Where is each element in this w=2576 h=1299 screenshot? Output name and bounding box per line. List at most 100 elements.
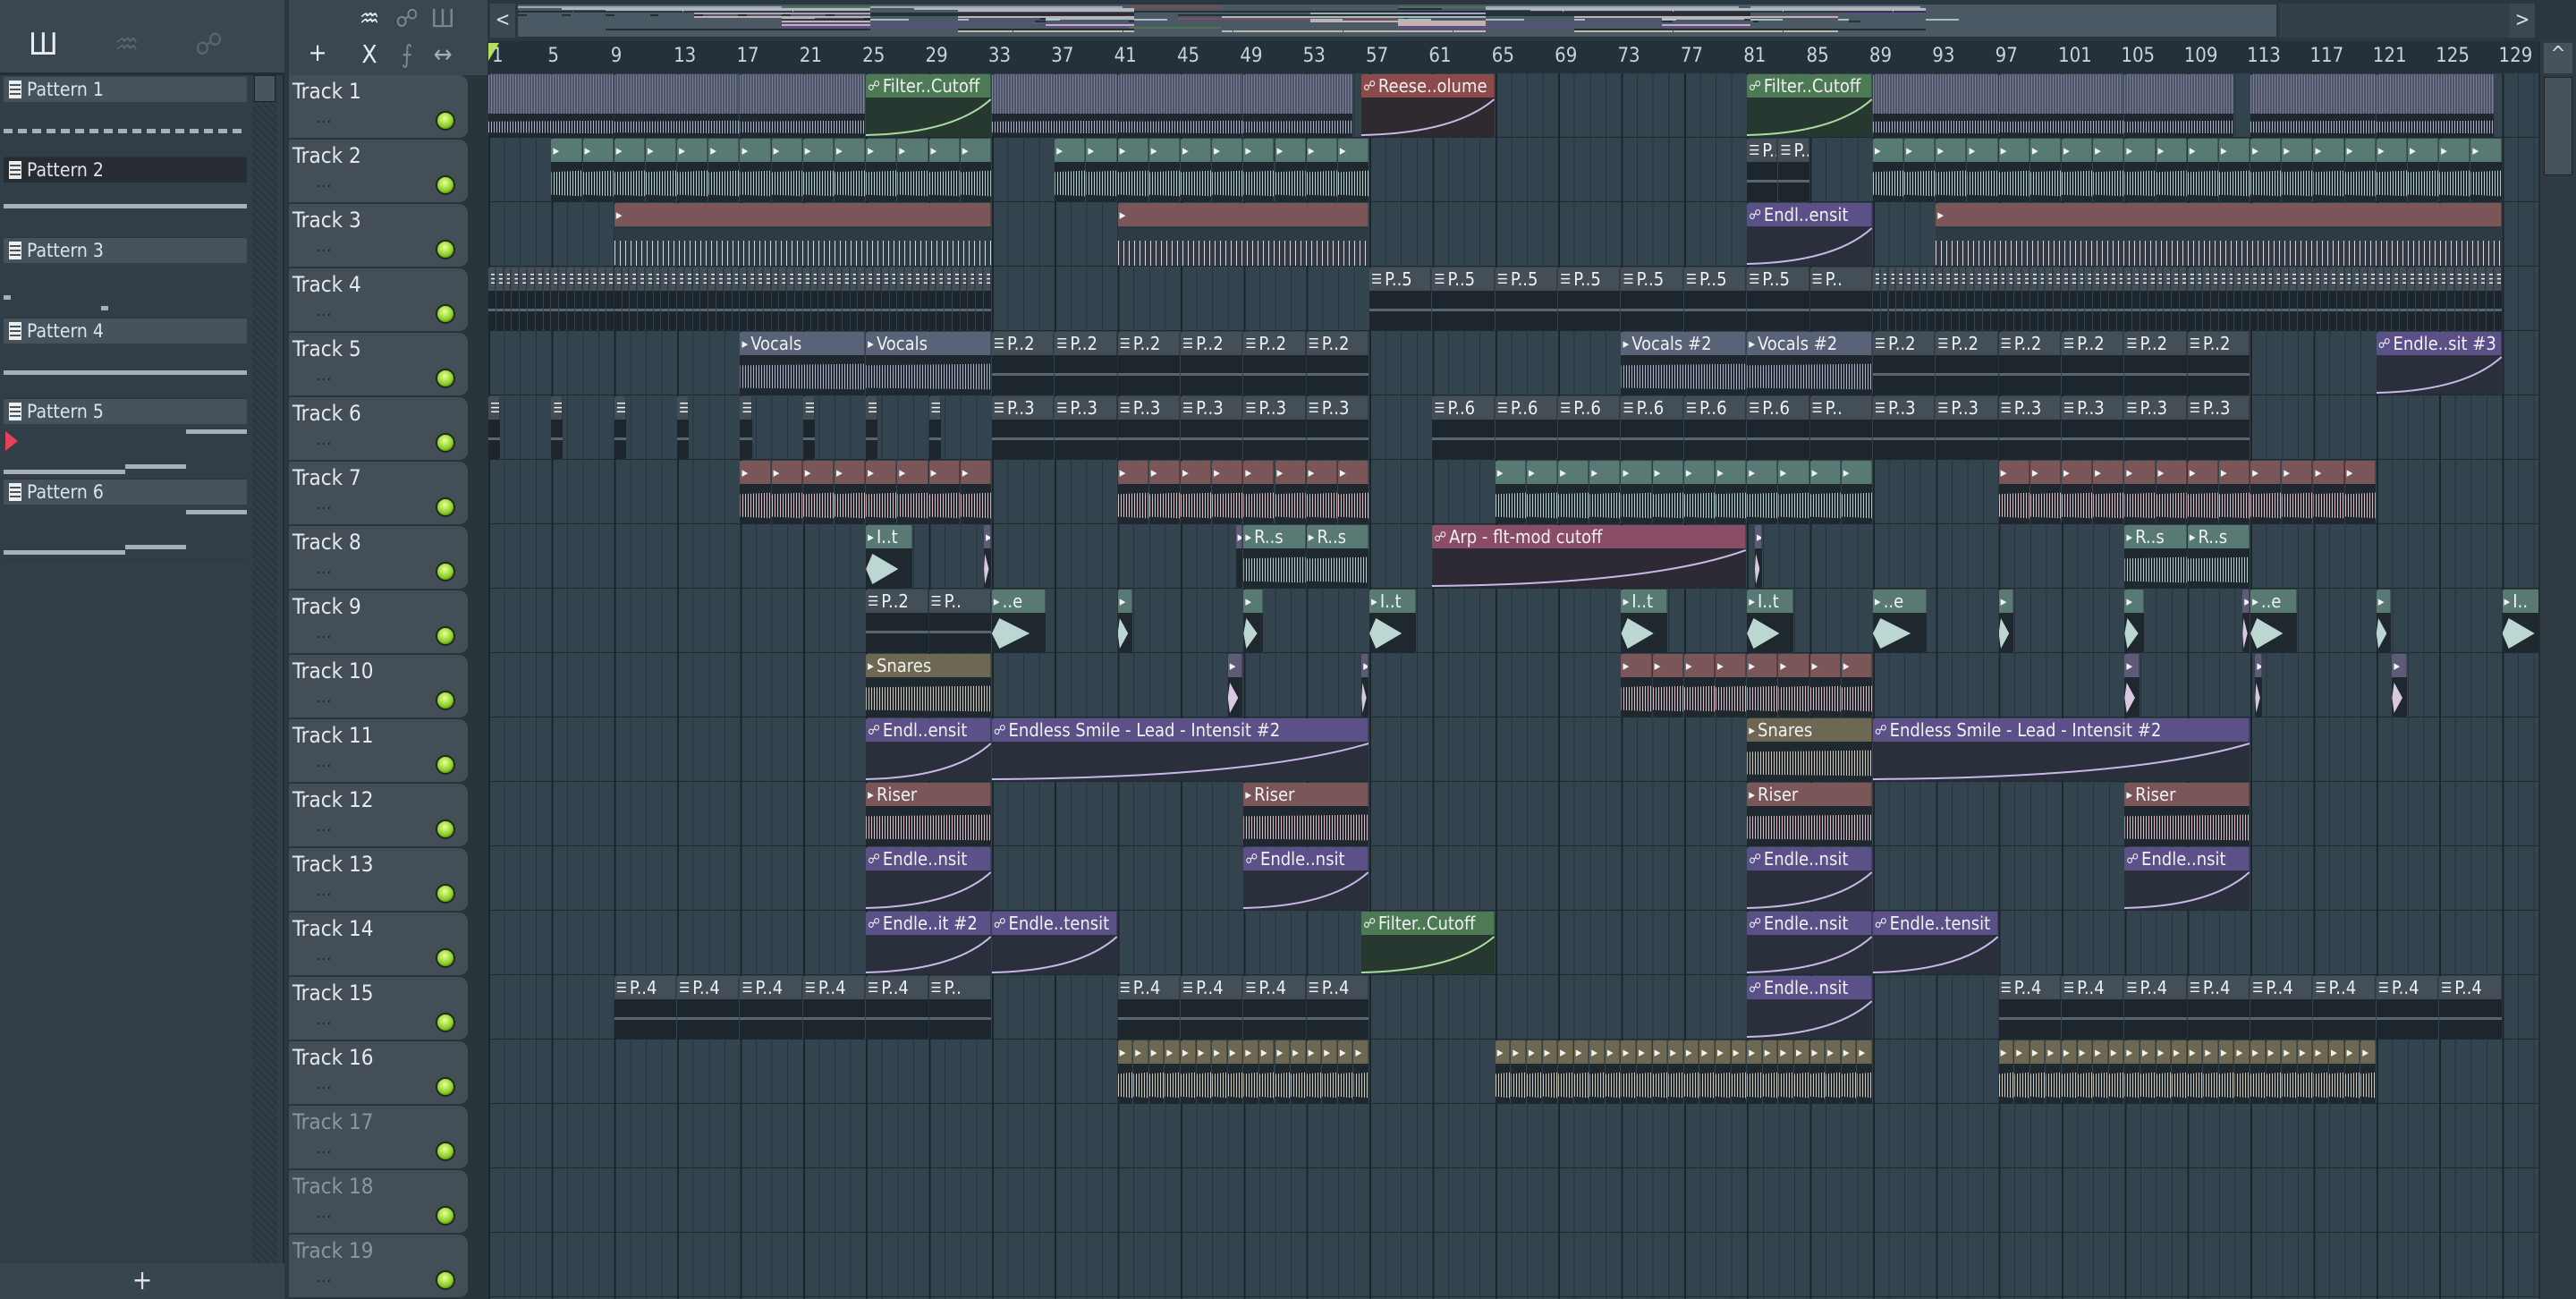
playlist-clip[interactable]: ☰ P..6 bbox=[1558, 396, 1621, 459]
playlist-clip[interactable]: ☰ bbox=[527, 267, 535, 330]
playlist-clip[interactable]: ▸ bbox=[771, 139, 802, 201]
playlist-clip[interactable]: ☰ bbox=[984, 267, 991, 330]
playlist-clip[interactable]: ☰ bbox=[897, 267, 905, 330]
playlist-clip[interactable]: ☰ bbox=[488, 396, 501, 459]
playlist-clip[interactable]: ☰ P..4 bbox=[802, 976, 866, 1039]
clip-header[interactable]: ▸ bbox=[2360, 1040, 2376, 1064]
clip-header[interactable]: ☰ bbox=[2187, 267, 2195, 291]
playlist-clip[interactable]: ▸ bbox=[2062, 1040, 2077, 1103]
playlist-clip[interactable]: ☰ bbox=[496, 267, 504, 330]
playlist-clip[interactable]: ☰ bbox=[2376, 267, 2384, 330]
clip-header[interactable]: ☰ bbox=[2148, 267, 2156, 291]
track-menu-icon[interactable]: ··· bbox=[316, 564, 332, 582]
playlist-clip[interactable]: ▸ bbox=[2329, 1040, 2344, 1103]
track-mute-led[interactable] bbox=[436, 884, 455, 904]
clip-header[interactable]: ☰ P..3 bbox=[1243, 396, 1306, 420]
track-mute-led[interactable] bbox=[436, 369, 455, 388]
playlist-clip[interactable]: ☰ bbox=[2029, 267, 2038, 330]
track-name[interactable]: Track 2 bbox=[292, 143, 361, 168]
clip-header[interactable]: ☰ bbox=[2195, 267, 2203, 291]
track-mute-led[interactable] bbox=[436, 497, 455, 517]
playlist-clip[interactable]: ▸ Snares bbox=[1747, 718, 1872, 781]
clip-header[interactable]: ▸ bbox=[1542, 1040, 1558, 1064]
clip-header[interactable]: ▸ bbox=[614, 139, 645, 162]
playlist-clip[interactable]: ☰ bbox=[2187, 267, 2195, 330]
clip-header[interactable]: ☰ bbox=[2454, 267, 2462, 291]
clip-header[interactable]: ☰ bbox=[897, 267, 905, 291]
clip-header[interactable]: ☰ bbox=[2234, 267, 2242, 291]
pattern-item[interactable]: Pattern 1 bbox=[4, 77, 247, 157]
clip-header[interactable]: ▸ bbox=[740, 461, 771, 484]
playlist-clip[interactable]: ▸ ..e bbox=[991, 590, 1046, 652]
playlist-clip[interactable]: ☰ bbox=[661, 267, 669, 330]
clip-header[interactable] bbox=[2250, 74, 2376, 114]
clip-header[interactable]: ☰P..2 bbox=[1180, 332, 1243, 355]
playlist-clip[interactable]: ▸ R..s bbox=[1306, 525, 1369, 588]
clip-header[interactable] bbox=[1872, 74, 1998, 114]
clip-header[interactable]: ▸ bbox=[1699, 1040, 1715, 1064]
playlist-clip[interactable]: ☍ Filter..Cutoff bbox=[1361, 912, 1495, 974]
clip-header[interactable]: ☰ bbox=[2132, 267, 2140, 291]
playlist-clip[interactable] bbox=[740, 74, 866, 137]
pattern-title[interactable]: Pattern 1 bbox=[4, 77, 247, 102]
playlist-clip[interactable]: ☰ bbox=[756, 267, 763, 330]
playlist-clip[interactable]: ▸ bbox=[2140, 1040, 2156, 1103]
clip-header[interactable]: ☰ bbox=[1975, 267, 1983, 291]
track-menu-icon[interactable]: ··· bbox=[316, 177, 332, 196]
clip-header[interactable]: ▸ I..t bbox=[1621, 590, 1668, 613]
playlist-clip[interactable]: ▸ bbox=[1747, 461, 1778, 523]
clip-header[interactable]: ☰P..2 bbox=[1055, 332, 1117, 355]
clip-header[interactable]: ☰ bbox=[566, 267, 574, 291]
playlist-clip[interactable]: ☍ Arp - flt-mod cutoff bbox=[1432, 525, 1747, 588]
playlist-clip[interactable]: ▸ bbox=[1117, 203, 1369, 266]
playlist-clip[interactable]: ▸ bbox=[2077, 1040, 2093, 1103]
playlist-clip[interactable]: ☰ bbox=[952, 267, 960, 330]
playlist-clip[interactable]: ▸ bbox=[802, 139, 834, 201]
track-header[interactable]: Track 2 ··· bbox=[289, 140, 468, 203]
track-header[interactable]: Track 13 ··· bbox=[289, 848, 468, 912]
clip-header[interactable]: ☰ P..3 bbox=[991, 396, 1055, 420]
clip-header[interactable]: ☰ P..5 bbox=[1683, 267, 1747, 291]
clip-header[interactable]: ☰ bbox=[2352, 267, 2360, 291]
clip-header[interactable]: ▸ bbox=[1621, 461, 1652, 484]
clip-header[interactable]: ☰P.. bbox=[1809, 396, 1872, 420]
playlist-clip[interactable]: ▸ bbox=[1841, 461, 1872, 523]
playlist-clip[interactable]: ▸ bbox=[1495, 461, 1526, 523]
clip-header[interactable]: ▸ bbox=[834, 461, 866, 484]
playlist-clip[interactable]: ☰ bbox=[716, 267, 724, 330]
playlist-clip[interactable]: ▸ bbox=[1243, 590, 1264, 652]
pattern-item[interactable]: Pattern 5 bbox=[4, 399, 247, 480]
playlist-clip[interactable]: ☰ bbox=[551, 396, 564, 459]
playlist-clip[interactable]: ☰ bbox=[960, 267, 968, 330]
playlist-clip[interactable]: ☰ bbox=[936, 267, 945, 330]
clip-header[interactable]: ☰ bbox=[1904, 267, 1911, 291]
playlist-clip[interactable]: ☰ P..6 bbox=[1747, 396, 1809, 459]
playlist-clip[interactable]: ☍ Endle..nsit bbox=[1243, 847, 1369, 910]
clip-header[interactable]: ☰ bbox=[826, 267, 834, 291]
track-menu-icon[interactable]: ··· bbox=[316, 242, 332, 260]
playlist-clip[interactable]: ▸ bbox=[1841, 1040, 1857, 1103]
playlist-clip[interactable]: ☰ bbox=[2305, 267, 2313, 330]
clip-header[interactable]: ☰ P..5 bbox=[1747, 267, 1809, 291]
clip-header[interactable]: ☍ Reese..olume bbox=[1361, 74, 1495, 98]
playlist-clip[interactable]: ☰ bbox=[1959, 267, 1967, 330]
clip-header[interactable]: ▸ bbox=[2250, 461, 2282, 484]
clip-header[interactable]: ☰ bbox=[1936, 267, 1944, 291]
playlist-clip[interactable]: ▸ bbox=[1998, 461, 2029, 523]
playlist-clip[interactable]: ☰ bbox=[763, 267, 771, 330]
track-menu-icon[interactable]: ··· bbox=[316, 757, 332, 776]
clip-header[interactable]: ☰ bbox=[2046, 267, 2054, 291]
playlist-clip[interactable]: ☰ P..5 bbox=[1747, 267, 1809, 330]
track-name[interactable]: Track 1 bbox=[292, 79, 361, 104]
clip-header[interactable]: ☰ bbox=[622, 267, 630, 291]
clip-header[interactable]: ☍ Endle..nsit bbox=[1747, 847, 1872, 870]
clip-header[interactable]: ☰ bbox=[2336, 267, 2344, 291]
playlist-clip[interactable]: ▸ bbox=[2187, 461, 2218, 523]
pattern-list-scrollbar[interactable] bbox=[252, 75, 277, 1263]
playlist-clip[interactable]: ☰ bbox=[2266, 267, 2274, 330]
clip-header[interactable]: ▸ bbox=[1998, 139, 2029, 162]
clip-header[interactable]: ☰ bbox=[834, 267, 842, 291]
clip-header[interactable]: ▸ bbox=[960, 139, 991, 162]
clip-header[interactable]: ☰ bbox=[984, 267, 991, 291]
clip-header[interactable]: ▸ bbox=[1196, 1040, 1212, 1064]
